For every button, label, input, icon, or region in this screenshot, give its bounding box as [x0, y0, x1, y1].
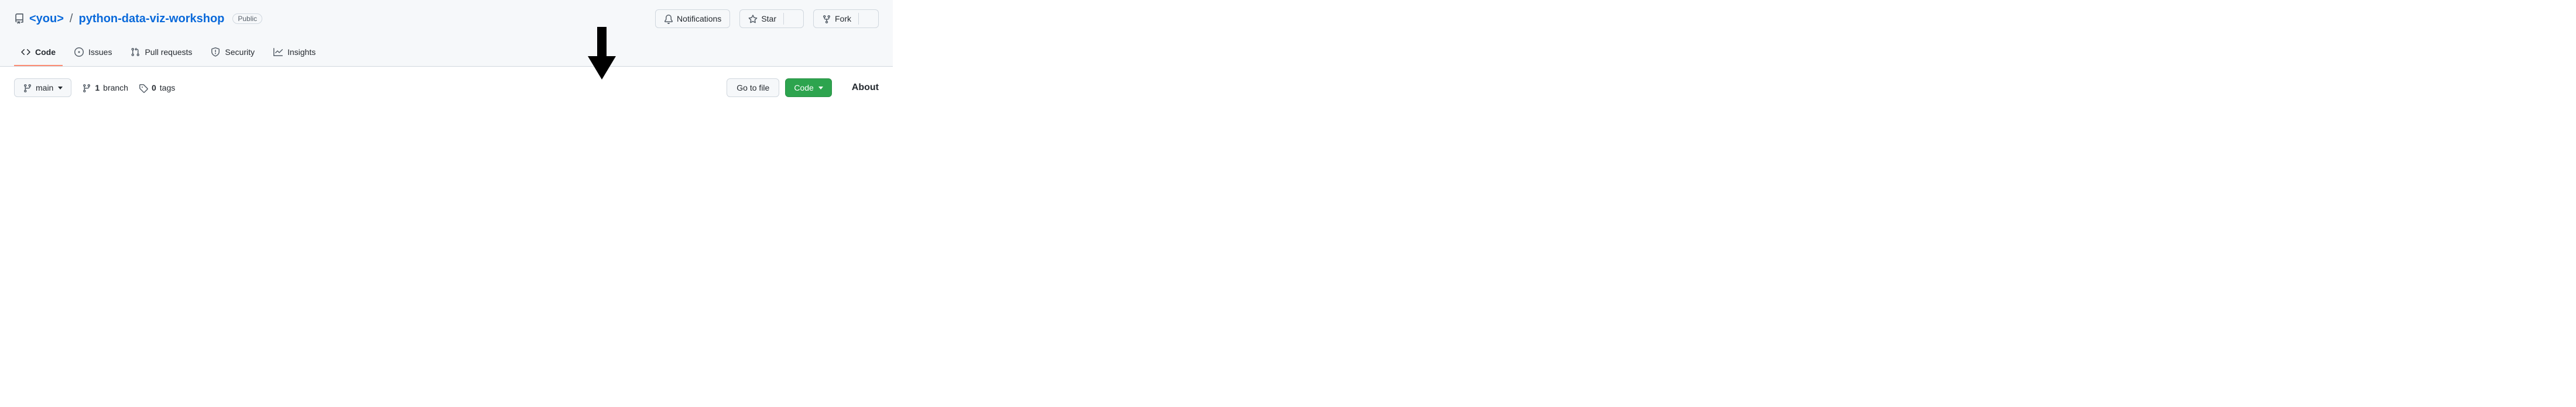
tab-code[interactable]: Code [14, 41, 63, 66]
repo-icon [14, 13, 25, 24]
star-button[interactable]: Star [739, 9, 804, 28]
issues-icon [74, 47, 84, 57]
star-label: Star [761, 14, 776, 23]
repo-header: <you> / python-data-viz-workshop Public … [0, 0, 893, 67]
star-count [783, 13, 803, 25]
pull-request-icon [131, 47, 140, 57]
about-heading: About [852, 82, 879, 93]
path-separator: / [70, 12, 73, 26]
branch-select-button[interactable]: main [14, 78, 71, 97]
code-download-button[interactable]: Code [785, 78, 831, 97]
fork-icon [822, 13, 831, 23]
fork-label: Fork [835, 14, 851, 23]
caret-down-icon [818, 87, 823, 89]
tags-count-label: tags [160, 83, 175, 92]
tab-issues[interactable]: Issues [67, 41, 119, 66]
owner-link[interactable]: <you> [29, 12, 64, 26]
shield-icon [211, 47, 220, 57]
branch-count-label: branch [103, 83, 128, 92]
repo-toolbar: main 1 branch 0 tags Go to file Code Abo… [0, 67, 893, 102]
bell-icon [664, 13, 673, 23]
tab-insights[interactable]: Insights [266, 41, 323, 66]
caret-down-icon [58, 87, 63, 89]
fork-button[interactable]: Fork [813, 9, 879, 28]
code-icon [21, 47, 30, 57]
tags-link[interactable]: 0 tags [139, 83, 175, 93]
repo-title-row: <you> / python-data-viz-workshop Public … [0, 0, 893, 33]
notifications-label: Notifications [677, 14, 721, 23]
go-to-file-label: Go to file [737, 83, 769, 92]
repo-tabs: Code Issues Pull requests Security Insig… [0, 41, 893, 66]
branch-icon [23, 83, 32, 93]
tab-insights-label: Insights [287, 47, 316, 57]
star-icon [748, 13, 758, 23]
graph-icon [273, 47, 283, 57]
fork-count [858, 13, 878, 25]
tab-code-label: Code [35, 47, 56, 57]
branch-count: 1 [95, 83, 100, 92]
repo-name-link[interactable]: python-data-viz-workshop [78, 12, 224, 26]
tab-security[interactable]: Security [204, 41, 262, 66]
branch-name: main [36, 83, 53, 92]
tab-pull-requests-label: Pull requests [145, 47, 192, 57]
go-to-file-button[interactable]: Go to file [727, 78, 779, 97]
visibility-badge: Public [232, 13, 262, 24]
tags-count: 0 [152, 83, 156, 92]
branches-link[interactable]: 1 branch [82, 83, 128, 93]
tab-pull-requests[interactable]: Pull requests [124, 41, 199, 66]
code-button-label: Code [794, 83, 813, 92]
tab-security-label: Security [225, 47, 255, 57]
tab-issues-label: Issues [88, 47, 112, 57]
notifications-button[interactable]: Notifications [655, 9, 730, 28]
branch-icon [82, 83, 91, 93]
tag-icon [139, 83, 148, 93]
